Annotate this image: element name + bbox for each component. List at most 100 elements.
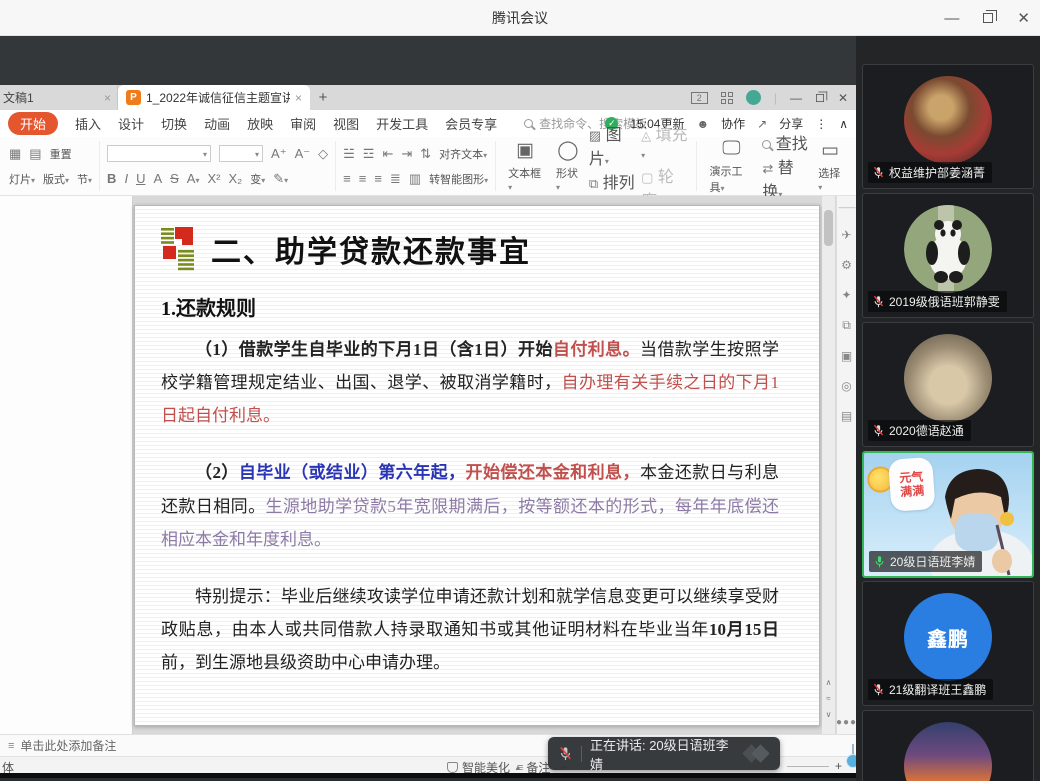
close-icon[interactable]: ✕: [1017, 9, 1030, 27]
shadow-button[interactable]: A: [153, 172, 162, 185]
slides-copy-icon[interactable]: ⧉: [842, 318, 851, 333]
beautify-icon[interactable]: ✦: [841, 288, 851, 302]
decrease-font-icon[interactable]: A⁻: [295, 147, 311, 160]
zoom-control[interactable]: +: [787, 759, 842, 773]
properties-icon[interactable]: ⚙: [841, 258, 852, 272]
shared-screen-edge: [0, 773, 856, 778]
scroll-mark-icon[interactable]: ≈: [822, 694, 835, 703]
font-name-select[interactable]: ▾: [107, 145, 211, 162]
menu-review[interactable]: 审阅: [290, 114, 316, 133]
zoom-in-icon[interactable]: +: [835, 759, 842, 773]
menu-design[interactable]: 设计: [118, 114, 144, 133]
participant-tile[interactable]: 鑫鹏 21级翻译班王鑫鹏: [862, 581, 1034, 706]
meeting-titlebar: 腾讯会议 — ✕: [0, 0, 1040, 36]
present-tools-button[interactable]: 🖵 演示工具▾: [704, 138, 758, 195]
strikethrough-button[interactable]: S: [170, 172, 179, 185]
next-slide-icon[interactable]: ∨: [822, 710, 835, 719]
muted-mic-icon: [872, 424, 885, 437]
increase-font-icon[interactable]: A⁺: [271, 147, 287, 160]
slide-canvas[interactable]: 二、助学贷款还款事宜 1.还款规则 （1）借款学生自毕业的下月1日（含1日）开始…: [134, 205, 820, 726]
picture-button[interactable]: ▨ 图片▾: [589, 121, 637, 169]
menu-animation[interactable]: 动画: [204, 114, 230, 133]
reset-button[interactable]: 重置: [50, 146, 72, 162]
indent-icon[interactable]: ⇥: [401, 147, 412, 160]
zoom-slider[interactable]: [787, 766, 829, 767]
align-center-icon[interactable]: ≡: [359, 172, 367, 185]
menu-insert[interactable]: 插入: [75, 114, 101, 133]
collaborate-button[interactable]: 协作: [721, 115, 745, 132]
menu-member[interactable]: 会员专享: [445, 114, 497, 133]
multi-window-icon[interactable]: 2: [691, 92, 708, 104]
textbox-button[interactable]: ▣ 文本框▾: [503, 139, 547, 193]
layout-button[interactable]: 版式▾: [43, 171, 69, 187]
new-slide-button[interactable]: 灯片▾: [9, 171, 35, 187]
justify-icon[interactable]: ≣: [390, 172, 401, 185]
collapse-ribbon-icon[interactable]: ∧: [839, 117, 848, 131]
seal-icon[interactable]: ◎: [841, 379, 851, 393]
slide-paragraph-3: 特别提示：毕业后继续攻读学位申请还款计划和就学信息变更可以继续享受财政贴息，由本…: [161, 580, 779, 679]
muted-mic-icon: [872, 295, 885, 308]
tab-ppt[interactable]: P 1_2022年诚信征信主题宣讲ppt ×: [118, 85, 310, 110]
section-button[interactable]: 节▾: [77, 171, 92, 187]
account-avatar[interactable]: [746, 90, 761, 105]
bold-button[interactable]: B: [107, 172, 116, 185]
restore-icon[interactable]: [983, 13, 993, 23]
columns-icon[interactable]: ▥: [409, 172, 421, 185]
new-slide-icon[interactable]: ▦: [9, 147, 21, 160]
align-text-button[interactable]: 对齐文本▾: [439, 146, 487, 162]
participant-tile-speaking[interactable]: 元气 满满 20级日语班李婧: [862, 451, 1034, 578]
participant-tile[interactable]: 2019级俄语班郭静雯: [862, 193, 1034, 318]
wps-restore-icon[interactable]: [816, 94, 824, 102]
slide-section-heading: 1.还款规则: [161, 292, 779, 321]
reader-icon[interactable]: ▤: [841, 409, 852, 423]
subscript-button[interactable]: X₂: [228, 172, 242, 185]
menu-devtools[interactable]: 开发工具: [376, 114, 428, 133]
minimize-icon[interactable]: —: [944, 10, 959, 27]
more-menu-icon[interactable]: ⋮: [815, 117, 827, 131]
italic-button[interactable]: I: [124, 172, 128, 185]
align-left-icon[interactable]: ≡: [343, 172, 351, 185]
smart-graphic-button[interactable]: 转智能图形▾: [429, 171, 488, 187]
tab-close-icon[interactable]: ×: [295, 91, 302, 105]
quick-tools-icon[interactable]: ✈: [841, 228, 851, 242]
participant-tile[interactable]: [862, 710, 1034, 781]
rail-more-icon[interactable]: ●●●: [836, 717, 857, 728]
tab-document1[interactable]: 文稿1 ×: [0, 85, 118, 110]
participant-tile[interactable]: 权益维护部姜涵菁: [862, 64, 1034, 189]
workspace-grid-icon[interactable]: [721, 92, 733, 104]
line-spacing-icon[interactable]: ⇅: [420, 147, 431, 160]
menu-home[interactable]: 开始: [8, 112, 58, 135]
scrollbar-thumb[interactable]: [824, 210, 833, 246]
ribbon-tools-group: 🖵 演示工具▾ 查找 ⇄ 替换▾ ▭ 选择▾: [697, 141, 854, 191]
vertical-scrollbar[interactable]: ∧ ≈ ∨: [822, 196, 835, 734]
highlight-button[interactable]: ✎▾: [273, 172, 288, 185]
underline-button[interactable]: U: [136, 172, 145, 185]
replace-button[interactable]: ⇄ 替换▾: [762, 154, 809, 202]
font-size-select[interactable]: ▾: [219, 145, 263, 162]
menu-slideshow[interactable]: 放映: [247, 114, 273, 133]
align-right-icon[interactable]: ≡: [374, 172, 382, 185]
menu-transition[interactable]: 切换: [161, 114, 187, 133]
numbering-icon[interactable]: ☲: [363, 147, 375, 160]
previous-slide-icon[interactable]: ∧: [822, 678, 835, 687]
outdent-icon[interactable]: ⇤: [382, 147, 393, 160]
superscript-button[interactable]: X²: [207, 172, 220, 185]
new-tab-button[interactable]: +: [310, 85, 336, 110]
participant-tile[interactable]: 2020德语赵通: [862, 322, 1034, 447]
bullets-icon[interactable]: ☱: [343, 147, 355, 160]
shapes-button[interactable]: ◯ 形状▾: [551, 139, 585, 193]
menu-view[interactable]: 视图: [333, 114, 359, 133]
font-color-button[interactable]: A▾: [187, 172, 200, 185]
tab-close-icon[interactable]: ×: [104, 91, 111, 105]
clear-format-icon[interactable]: ◇: [318, 147, 328, 160]
find-button[interactable]: 查找: [762, 130, 809, 154]
slide-thumbnail-panel[interactable]: [0, 196, 133, 734]
case-button[interactable]: 变▾: [250, 171, 265, 187]
slide-paragraph-1: （1）借款学生自毕业的下月1日（含1日）开始自付利息。当借款学生按照学校学籍管理…: [161, 333, 779, 432]
wps-close-icon[interactable]: ✕: [838, 91, 848, 105]
rail-handle-icon[interactable]: ——: [839, 202, 855, 212]
select-button[interactable]: ▭ 选择▾: [813, 139, 847, 193]
wps-minimize-icon[interactable]: —: [790, 91, 802, 105]
image-export-icon[interactable]: ▣: [841, 349, 852, 363]
layout-icon[interactable]: ▤: [29, 147, 41, 160]
